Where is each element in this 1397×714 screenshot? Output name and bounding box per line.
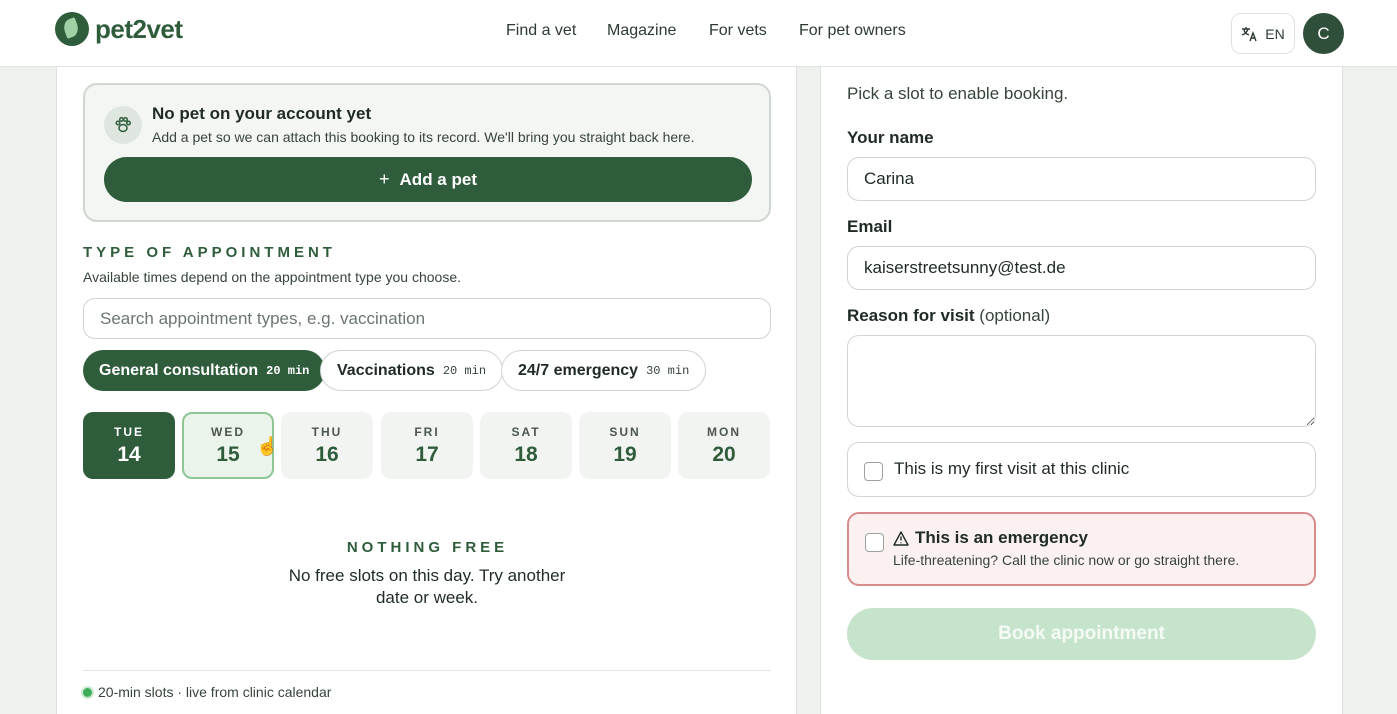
emergency-heading: This is an emergency (893, 528, 1088, 548)
type-chip-24-7-emergency[interactable]: 24/7 emergency 30 min (501, 350, 707, 391)
day-date: 15 (216, 442, 240, 466)
live-calendar-text: 20-min slots · live from clinic calendar (98, 684, 332, 700)
type-chip-label: General consultation (99, 361, 259, 379)
language-code: EN (1265, 25, 1285, 42)
emergency-option[interactable]: This is an emergency Life-threatening? C… (847, 512, 1316, 586)
first-visit-option[interactable]: This is my first visit at this clinic (847, 442, 1316, 497)
booking-hint: Pick a slot to enable booking. (847, 84, 1069, 103)
empty-state-text: No free slots on this day. Try another d… (288, 566, 566, 607)
no-pet-notice: No pet on your account yet Add a pet so … (83, 83, 771, 222)
type-chip-label: Vaccinations (337, 361, 435, 379)
appointment-type-subtitle: Available times depend on the appointmen… (83, 269, 461, 285)
language-switcher[interactable]: EN (1231, 13, 1295, 54)
email-field[interactable] (847, 246, 1316, 290)
divider (83, 670, 771, 671)
pointer-cursor-icon: ☝ (256, 436, 279, 456)
day-fri-17[interactable]: FRI 17 (381, 412, 473, 479)
plus-icon: + (379, 169, 390, 189)
reason-label-text: Reason for visit (847, 306, 975, 325)
day-sat-18[interactable]: SAT 18 (480, 412, 572, 479)
first-visit-label: This is my first visit at this clinic (894, 459, 1130, 478)
day-name: THU (311, 424, 343, 439)
appointment-picker-panel: No pet on your account yet Add a pet so … (56, 67, 797, 714)
translate-icon (1242, 26, 1257, 41)
top-navigation-bar: pet2vet Find a vet Magazine For vets For… (0, 0, 1397, 67)
emergency-checkbox[interactable] (865, 533, 884, 552)
day-thu-16[interactable]: THU 16 (281, 412, 373, 479)
day-tue-14[interactable]: TUE 14 (83, 412, 175, 479)
no-pet-subtitle: Add a pet so we can attach this booking … (152, 129, 695, 145)
day-name: TUE (114, 424, 144, 439)
day-date: 17 (415, 442, 439, 466)
empty-state-title: NOTHING FREE (346, 539, 509, 556)
day-name: SAT (511, 424, 541, 439)
nav-for-pet-owners[interactable]: For pet owners (799, 22, 906, 40)
reason-textarea[interactable] (847, 335, 1316, 427)
warning-icon (893, 530, 909, 546)
no-pet-title: No pet on your account yet (152, 104, 372, 123)
nav-for-vets[interactable]: For vets (709, 22, 767, 40)
reason-optional-tag: (optional) (979, 306, 1051, 325)
day-name: SUN (609, 424, 641, 439)
name-label: Your name (847, 128, 934, 147)
brand-name: pet2vet (95, 13, 183, 44)
day-mon-20[interactable]: MON 20 (678, 412, 770, 479)
nav-magazine[interactable]: Magazine (607, 22, 676, 40)
day-name: FRI (414, 424, 440, 439)
day-name: MON (707, 424, 741, 439)
type-chip-general-consultation[interactable]: General consultation 20 min (83, 350, 326, 391)
type-chip-label: 24/7 emergency (518, 361, 639, 379)
appointment-type-heading: TYPE OF APPOINTMENT (83, 244, 336, 261)
day-date: 20 (712, 442, 736, 466)
first-visit-checkbox[interactable] (864, 462, 883, 481)
type-chip-duration: 20 min (266, 363, 310, 378)
book-appointment-button[interactable]: Book appointment (847, 608, 1316, 660)
emergency-title: This is an emergency (915, 528, 1088, 547)
type-chip-duration: 30 min (646, 363, 690, 378)
live-status-dot-icon (83, 687, 92, 697)
reason-label: Reason for visit (optional) (847, 306, 1050, 326)
day-date: 16 (315, 442, 339, 466)
type-chip-vaccinations[interactable]: Vaccinations 20 min (320, 350, 504, 391)
day-name: WED (211, 424, 245, 439)
day-date: 14 (117, 442, 141, 466)
appointment-type-search-input[interactable] (83, 298, 771, 339)
email-label: Email (847, 217, 893, 236)
add-pet-label: Add a pet (399, 169, 477, 189)
pet2vet-logo[interactable]: pet2vet (55, 12, 183, 46)
leaf-logo-icon (55, 12, 89, 46)
live-calendar-note: 20-min slots · live from clinic calendar (83, 684, 331, 700)
day-date: 18 (514, 442, 538, 466)
day-date: 19 (613, 442, 637, 466)
day-sun-19[interactable]: SUN 19 (579, 412, 671, 479)
booking-form-panel: Pick a slot to enable booking. Your name… (820, 67, 1343, 714)
nav-find-a-vet[interactable]: Find a vet (506, 22, 576, 40)
user-avatar[interactable]: C (1303, 13, 1344, 54)
type-chip-duration: 20 min (442, 363, 487, 378)
emergency-subtitle: Life-threatening? Call the clinic now or… (893, 552, 1240, 568)
paw-icon (104, 106, 142, 144)
add-pet-button[interactable]: + Add a pet (104, 157, 752, 202)
name-field[interactable] (847, 157, 1316, 201)
